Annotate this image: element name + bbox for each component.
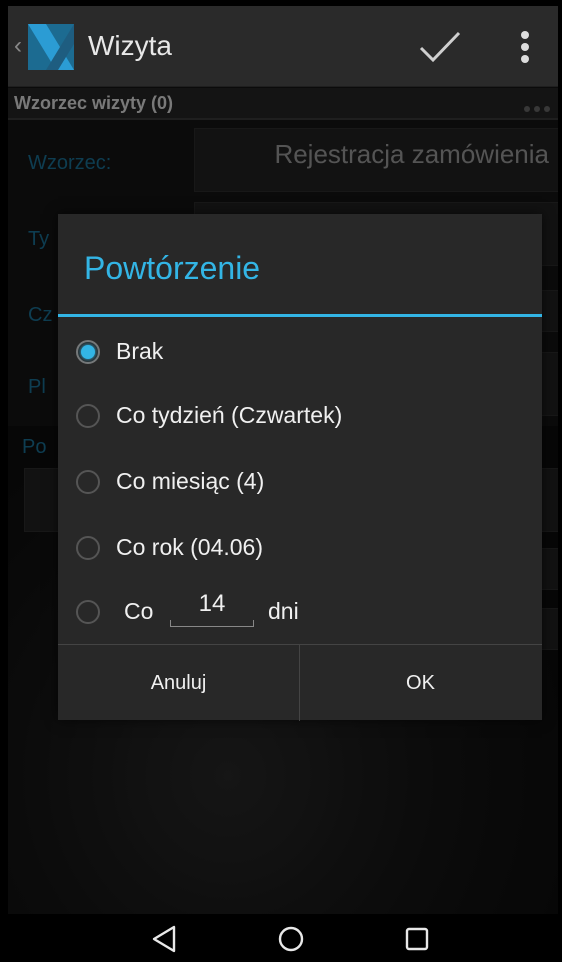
- custom-prefix: Co: [124, 598, 154, 624]
- option-label: Co rok (04.06): [116, 534, 264, 560]
- option-monthly[interactable]: Co miesiąc (4): [76, 464, 536, 504]
- days-input[interactable]: 14: [170, 586, 254, 627]
- option-label: Co tydzień (Czwartek): [116, 402, 343, 428]
- action-bar: ‹ Wizyta: [8, 6, 558, 87]
- option-weekly[interactable]: Co tydzień (Czwartek): [76, 398, 536, 438]
- radio-unchecked-icon[interactable]: [76, 470, 100, 494]
- option-label: Brak: [116, 338, 164, 364]
- screen: ‹ Wizyta Wzorzec wizyty (0) Wzorzec: Rej…: [8, 6, 558, 962]
- dialog-title-divider: [58, 314, 542, 317]
- dialog-buttons: Anuluj OK: [58, 644, 542, 721]
- option-yearly[interactable]: Co rok (04.06): [76, 530, 536, 570]
- cancel-button[interactable]: Anuluj: [58, 645, 300, 721]
- radio-checked-icon[interactable]: [76, 340, 100, 364]
- app-title: Wizyta: [88, 30, 172, 61]
- back-chevron-icon[interactable]: ‹: [14, 32, 22, 60]
- days-value: 14: [198, 590, 226, 617]
- option-custom-days[interactable]: Co 14 dni: [76, 590, 536, 634]
- radio-unchecked-icon[interactable]: [76, 600, 100, 624]
- option-label: Co miesiąc (4): [116, 468, 265, 494]
- nav-recents-icon[interactable]: [402, 924, 432, 954]
- dialog-title: Powtórzenie: [84, 250, 261, 286]
- radio-unchecked-icon[interactable]: [76, 404, 100, 428]
- ok-button[interactable]: OK: [300, 645, 541, 721]
- nav-back-icon[interactable]: [150, 924, 180, 954]
- app-logo-icon[interactable]: [28, 24, 74, 70]
- navigation-bar: [8, 914, 558, 962]
- overflow-menu-icon[interactable]: [518, 28, 532, 68]
- custom-suffix: dni: [268, 598, 299, 624]
- repeat-dialog: Powtórzenie Brak Co tydzień (Czwartek) C…: [58, 214, 542, 721]
- radio-unchecked-icon[interactable]: [76, 536, 100, 560]
- option-none[interactable]: Brak: [76, 334, 536, 374]
- check-icon[interactable]: [418, 30, 462, 64]
- nav-home-icon[interactable]: [276, 924, 306, 954]
